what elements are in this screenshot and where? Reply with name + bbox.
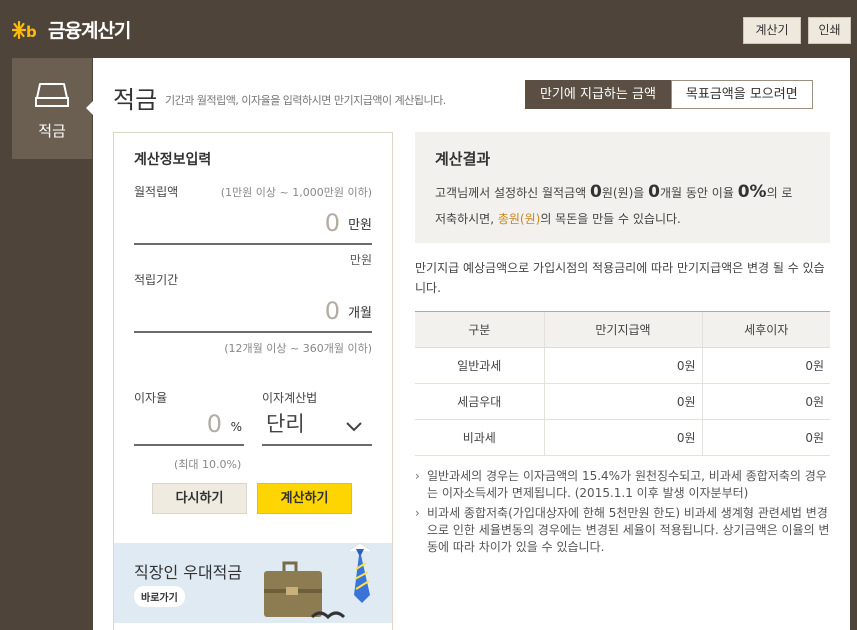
reset-button[interactable]: 다시하기 xyxy=(152,483,247,514)
result-summary: 계산결과 고객님께서 설정하신 월적금액 0원(원)을 0개월 동안 이율 0%… xyxy=(415,132,830,243)
result-table: 구분 만기지급액 세후이자 일반과세 0원 0원 세금우대 0원 0원 비과세 … xyxy=(415,311,830,456)
table-header: 만기지급액 xyxy=(543,311,702,348)
result-text: 의 목돈을 만들 수 있습니다. xyxy=(540,212,681,226)
calculate-button[interactable]: 계산하기 xyxy=(257,483,352,514)
interest-method-value: 단리 xyxy=(266,412,305,436)
promo-banner[interactable]: 직장인 우대적금 바로가기 xyxy=(114,543,392,623)
result-total: 총원(원) xyxy=(497,212,541,226)
input-panel-title: 계산정보입력 xyxy=(134,152,212,168)
list-item: 일반과세의 경우는 이자금액의 15.4%가 원천징수되고, 비과세 종합저축의… xyxy=(415,468,830,502)
result-line-1: 고객님께서 설정하신 월적금액 0원(원)을 0개월 동안 이율 0%의 로 xyxy=(435,182,792,202)
table-cell: 0원 xyxy=(543,347,702,384)
period-unit: 개월 xyxy=(348,306,372,321)
table-header-row: 구분 만기지급액 세후이자 xyxy=(415,311,830,348)
input-panel: 계산정보입력 월적립액 (1만원 이상 ~ 1,000만원 이하) 0 만원 만… xyxy=(113,132,393,630)
tab-bar: 만기에 지급하는 금액 목표금액을 모으려면 xyxy=(525,80,813,109)
table-cell: 0원 xyxy=(543,419,702,456)
sidebar-item-label: 적금 xyxy=(38,122,66,140)
monthly-amount-value: 0 xyxy=(324,209,340,237)
result-title: 계산결과 xyxy=(435,150,491,168)
method-label: 이자계산법 xyxy=(262,391,318,405)
result-text: 저축하시면, xyxy=(435,212,495,226)
table-cell: 비과세 xyxy=(415,419,544,456)
table-cell: 0원 xyxy=(701,419,830,456)
table-cell: 0원 xyxy=(543,383,702,420)
result-months: 0 xyxy=(648,182,660,202)
banner-title: 직장인 우대적금 xyxy=(134,563,243,582)
table-row: 일반과세 0원 0원 xyxy=(415,347,830,384)
savings-book-icon xyxy=(34,80,70,114)
period-value: 0 xyxy=(324,297,340,325)
table-cell: 일반과세 xyxy=(415,347,544,384)
table-cell: 세금우대 xyxy=(415,383,544,420)
tab-target-amount[interactable]: 목표금액을 모으려면 xyxy=(670,80,813,109)
kb-logo[interactable]: b 금융계산기 xyxy=(11,16,131,43)
notes-list: 일반과세의 경우는 이자금액의 15.4%가 원천징수되고, 비과세 종합저축의… xyxy=(415,468,830,559)
calculator-button[interactable]: 계산기 xyxy=(743,17,801,44)
svg-text:b: b xyxy=(26,23,37,41)
sidebar-active-pointer xyxy=(86,101,93,115)
table-row: 비과세 0원 0원 xyxy=(415,419,830,456)
interest-rate-value: 0 xyxy=(206,410,222,438)
tab-maturity-amount[interactable]: 만기에 지급하는 금액 xyxy=(525,80,671,109)
chevron-down-icon xyxy=(346,417,362,436)
period-label: 적립기간 xyxy=(134,273,179,287)
rate-hint: (최대 10.0%) xyxy=(174,458,242,471)
print-button[interactable]: 인쇄 xyxy=(808,17,851,44)
briefcase-tie-illustration xyxy=(256,543,392,623)
result-monthly-amount: 0 xyxy=(589,182,602,202)
interest-rate-unit: % xyxy=(230,420,242,434)
header: b 금융계산기 계산기 인쇄 xyxy=(0,0,857,58)
result-line-2: 저축하시면, 총원(원)의 목돈을 만들 수 있습니다. xyxy=(435,210,681,227)
interest-method-select[interactable]: 단리 xyxy=(262,406,372,446)
app-title: 금융계산기 xyxy=(48,20,131,42)
table-header: 세후이자 xyxy=(701,311,830,348)
table-cell: 0원 xyxy=(701,383,830,420)
sidebar-item-savings[interactable]: 적금 xyxy=(12,58,92,159)
kb-star-icon: b xyxy=(11,18,46,42)
monthly-amount-input[interactable]: 0 만원 xyxy=(134,205,372,245)
table-row: 세금우대 0원 0원 xyxy=(415,383,830,420)
list-item: 비과세 종합저축(가입대상자에 한해 5천만원 한도) 비과세 생계형 관련세법… xyxy=(415,505,830,556)
banner-link-button[interactable]: 바로가기 xyxy=(134,586,185,607)
table-cell: 0원 xyxy=(701,347,830,384)
maturity-note: 만기지급 예상금액으로 가입시점의 적용금리에 따라 만기지급액은 변경 될 수… xyxy=(415,261,825,295)
main-content: 적금 기간과 월적립액, 이자율을 입력하시면 만기지급액이 계산됩니다. 만기… xyxy=(93,58,850,630)
result-rate: 0% xyxy=(737,182,767,202)
rate-label: 이자율 xyxy=(134,391,168,405)
page-title: 적금 xyxy=(113,86,158,114)
table-header: 구분 xyxy=(415,311,544,348)
period-input[interactable]: 0 개월 xyxy=(134,293,372,333)
monthly-amount-unit: 만원 xyxy=(348,218,372,233)
interest-rate-input[interactable]: 0 % xyxy=(134,406,244,446)
monthly-label: 월적립액 xyxy=(134,185,179,199)
result-text: 개월 동안 이율 xyxy=(659,186,734,200)
result-text: 원(원)을 xyxy=(601,186,645,200)
result-text: 의 로 xyxy=(766,186,793,200)
period-hint: (12개월 이상 ~ 360개월 이하) xyxy=(224,342,372,355)
monthly-hint: (1만원 이상 ~ 1,000만원 이하) xyxy=(220,186,372,199)
monthly-amount-subunit: 만원 xyxy=(349,253,372,267)
page-description: 기간과 월적립액, 이자율을 입력하시면 만기지급액이 계산됩니다. xyxy=(165,94,446,107)
result-text: 고객님께서 설정하신 월적금액 xyxy=(435,186,587,200)
